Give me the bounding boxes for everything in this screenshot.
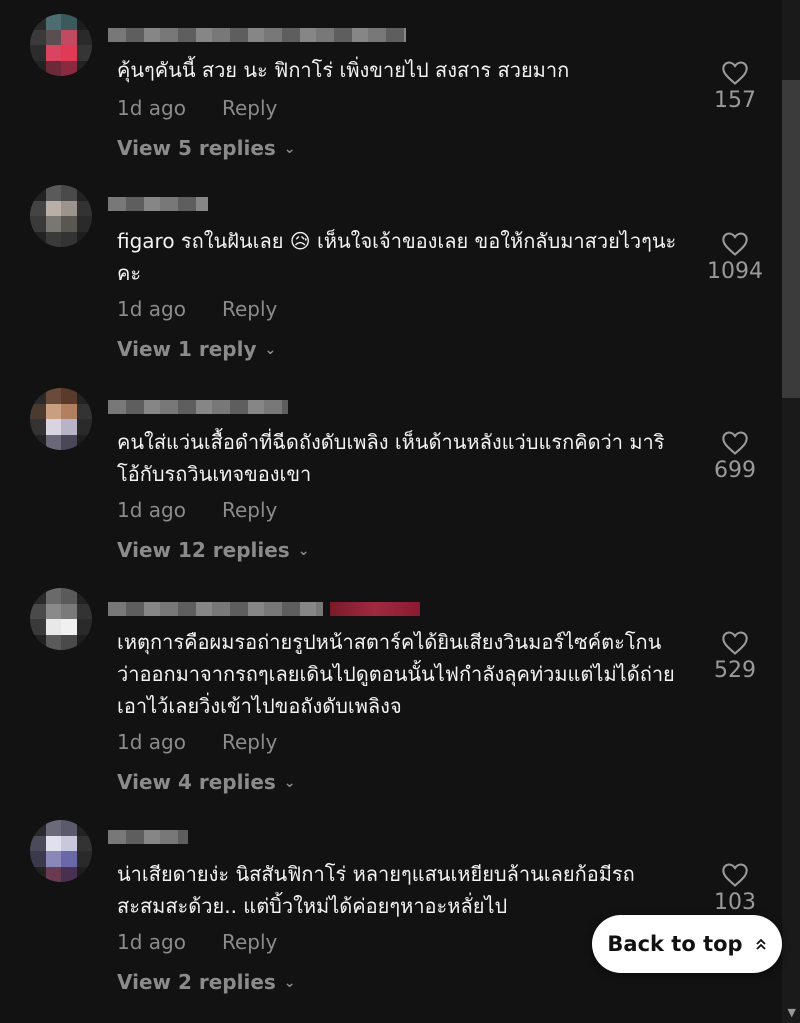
comment-text: คุ้นๆคันนี้ สวย นะ ฟิกาโร่ เพิ่งขายไป สง… — [117, 58, 570, 82]
like-count: 1094 — [707, 259, 763, 284]
comment-time: 1d ago — [117, 498, 186, 522]
chevron-down-icon: ⌄ — [297, 543, 310, 559]
reply-button[interactable]: Reply — [222, 930, 277, 954]
comment-item: figaro รถในฝันเลย 😥 เห็นใจเจ้าของเลย ขอใ… — [0, 185, 780, 375]
heart-icon[interactable] — [721, 430, 749, 456]
view-replies-button[interactable]: View 5 replies ⌄ — [117, 136, 296, 160]
view-replies-label: View 4 replies — [117, 770, 276, 794]
reply-button[interactable]: Reply — [222, 498, 277, 522]
reply-button[interactable]: Reply — [222, 730, 277, 754]
like-button[interactable]: 103 — [690, 862, 780, 915]
comment-text: เหตุการคือผมรอถ่ายรูปหน้าสตาร์คได้ยินเสี… — [117, 630, 675, 718]
like-button[interactable]: 157 — [690, 60, 780, 113]
scroll-down-arrow-icon[interactable]: ▼ — [788, 1006, 796, 1019]
comment-time: 1d ago — [117, 730, 186, 754]
comment-meta: 1d ago Reply — [117, 730, 277, 754]
username-blurred-accent — [330, 602, 420, 616]
view-replies-button[interactable]: View 4 replies ⌄ — [117, 770, 296, 794]
username-blurred[interactable] — [108, 400, 288, 414]
view-replies-label: View 1 reply — [117, 337, 257, 361]
comment-time: 1d ago — [117, 96, 186, 120]
reply-button[interactable]: Reply — [222, 297, 277, 321]
chevron-down-icon: ⌄ — [283, 975, 296, 991]
like-button[interactable]: 699 — [690, 430, 780, 483]
username-blurred[interactable] — [108, 602, 323, 616]
comment-text: น่าเสียดายง่ะ นิสสันฟิกาโร่ หลายๆแสนเหยี… — [117, 862, 635, 918]
comment-meta: 1d ago Reply — [117, 930, 277, 954]
view-replies-label: View 5 replies — [117, 136, 276, 160]
comment-text: figaro รถในฝันเลย 😥 เห็นใจเจ้าของเลย ขอใ… — [117, 229, 677, 285]
username-blurred[interactable] — [108, 28, 406, 42]
heart-icon[interactable] — [721, 60, 749, 86]
comment-meta: 1d ago Reply — [117, 297, 277, 321]
back-to-top-button[interactable]: Back to top — [592, 915, 782, 973]
comment-meta: 1d ago Reply — [117, 96, 277, 120]
view-replies-label: View 2 replies — [117, 970, 276, 994]
like-count: 103 — [714, 890, 756, 915]
like-button[interactable]: 1094 — [690, 231, 780, 284]
comment-item: คุ้นๆคันนี้ สวย นะ ฟิกาโร่ เพิ่งขายไป สง… — [0, 14, 780, 174]
like-count: 529 — [714, 658, 756, 683]
double-chevron-up-icon — [755, 938, 766, 950]
username-blurred[interactable] — [108, 197, 208, 211]
comment-time: 1d ago — [117, 297, 186, 321]
view-replies-button[interactable]: View 2 replies ⌄ — [117, 970, 296, 994]
comment-meta: 1d ago Reply — [117, 498, 277, 522]
username-blurred[interactable] — [108, 830, 188, 844]
chevron-down-icon: ⌄ — [264, 342, 277, 358]
chevron-down-icon: ⌄ — [283, 141, 296, 157]
view-replies-label: View 12 replies — [117, 538, 290, 562]
like-count: 157 — [714, 88, 756, 113]
avatar[interactable] — [30, 14, 92, 76]
back-to-top-label: Back to top — [607, 932, 743, 956]
heart-icon[interactable] — [721, 862, 749, 888]
view-replies-button[interactable]: View 12 replies ⌄ — [117, 538, 309, 562]
comment-text: คนใส่แว่นเสื้อดำที่ฉีดถังดับเพลิง เห็นด้… — [117, 430, 665, 486]
comment-item: คนใส่แว่นเสื้อดำที่ฉีดถังดับเพลิง เห็นด้… — [0, 388, 780, 578]
avatar[interactable] — [30, 588, 92, 650]
heart-icon[interactable] — [721, 630, 749, 656]
like-button[interactable]: 529 — [690, 630, 780, 683]
reply-button[interactable]: Reply — [222, 96, 277, 120]
comment-item: เหตุการคือผมรอถ่ายรูปหน้าสตาร์คได้ยินเสี… — [0, 588, 780, 813]
scrollbar-thumb[interactable] — [782, 80, 800, 398]
avatar[interactable] — [30, 820, 92, 882]
view-replies-button[interactable]: View 1 reply ⌄ — [117, 337, 276, 361]
avatar[interactable] — [30, 388, 92, 450]
like-count: 699 — [714, 458, 756, 483]
chevron-down-icon: ⌄ — [283, 775, 296, 791]
heart-icon[interactable] — [721, 231, 749, 257]
avatar[interactable] — [30, 185, 92, 247]
comment-time: 1d ago — [117, 930, 186, 954]
